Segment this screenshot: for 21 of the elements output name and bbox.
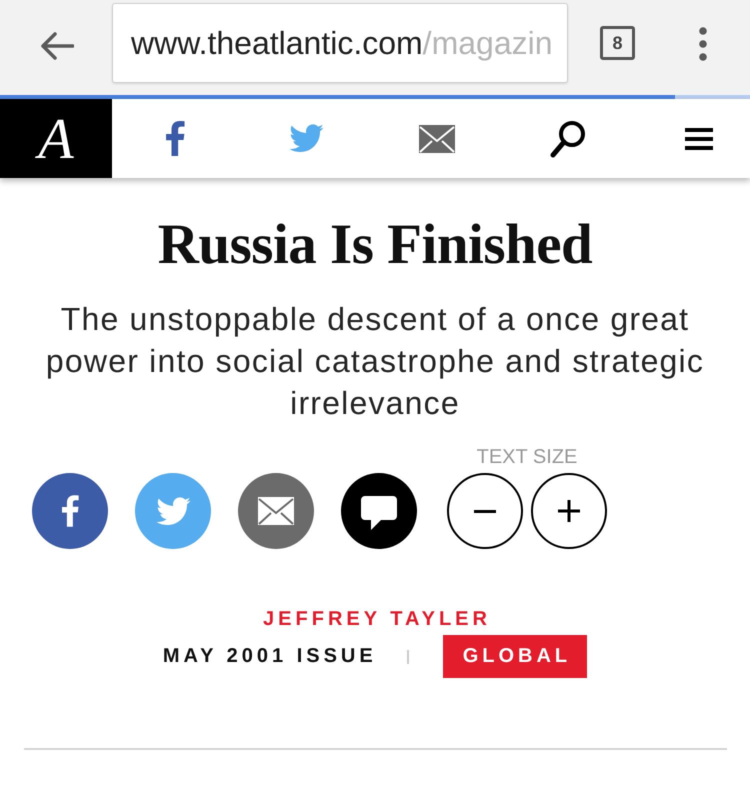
text-size-label: TEXT SIZE	[476, 446, 578, 468]
back-arrow-icon[interactable]	[40, 32, 74, 60]
tab-count-button[interactable]: 8	[600, 26, 635, 60]
search-icon[interactable]	[550, 120, 586, 158]
more-menu-icon[interactable]	[699, 27, 707, 61]
minus-icon	[474, 510, 496, 512]
author-link[interactable]: JEFFREY TAYLER	[263, 607, 491, 631]
bird-icon	[155, 497, 191, 527]
facebook-icon[interactable]	[166, 121, 184, 156]
site-logo[interactable]: A	[0, 99, 112, 178]
facebook-icon	[62, 495, 78, 527]
plus-icon	[558, 500, 580, 522]
section-tag[interactable]: GLOBAL	[442, 635, 588, 678]
article-subtitle: The unstoppable descent of a once great power into social catastrophe and strategic irrelevance	[44, 300, 706, 423]
envelope-icon[interactable]	[419, 124, 455, 152]
article-title: Russia Is Finished	[158, 213, 592, 277]
issue-date: MAY 2001 ISSUE	[162, 645, 377, 668]
address-bar[interactable]: www.theatlantic.com/magazin	[112, 3, 568, 83]
speech-bubble-icon	[361, 496, 397, 530]
menu-icon[interactable]	[685, 128, 713, 150]
envelope-icon	[258, 497, 294, 525]
